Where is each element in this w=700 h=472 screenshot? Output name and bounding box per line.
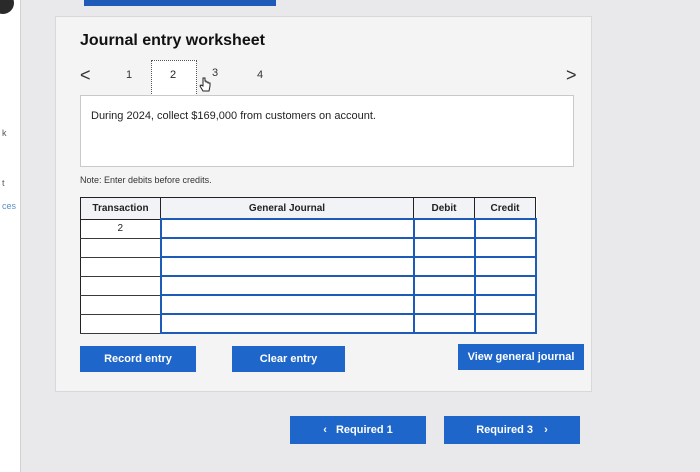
required-3-label: Required 3 (476, 424, 534, 436)
chevron-right-icon: › (544, 424, 548, 436)
debit-input[interactable] (412, 218, 476, 239)
step-2-current[interactable]: 2 (151, 60, 197, 96)
transaction-cell (80, 313, 161, 334)
transaction-description: During 2024, collect $169,000 from custo… (80, 95, 574, 167)
debit-input[interactable] (412, 256, 476, 277)
account-input[interactable] (159, 237, 415, 258)
transaction-cell (80, 294, 161, 315)
table-row (80, 294, 537, 315)
debit-input[interactable] (412, 275, 476, 296)
table-row (80, 256, 537, 277)
top-accent-bar (84, 0, 276, 6)
step-3[interactable]: 3 (212, 67, 218, 79)
required-1-button[interactable]: ‹ Required 1 (290, 416, 426, 444)
account-input[interactable] (159, 294, 415, 315)
credit-input[interactable] (473, 218, 537, 239)
credit-input[interactable] (473, 294, 537, 315)
credit-input[interactable] (473, 256, 537, 277)
col-general-journal: General Journal (160, 197, 414, 220)
table-row (80, 237, 537, 258)
debit-input[interactable] (412, 313, 476, 334)
required-3-button[interactable]: Required 3 › (444, 416, 580, 444)
note-text: Note: Enter debits before credits. (80, 175, 212, 185)
record-entry-button[interactable]: Record entry (80, 346, 196, 372)
step-1[interactable]: 1 (126, 69, 132, 81)
view-general-journal-button[interactable]: View general journal (458, 344, 584, 370)
left-circle-icon (0, 0, 14, 14)
left-label-k: k (2, 128, 7, 138)
page-title: Journal entry worksheet (80, 32, 265, 49)
hand-cursor-icon (199, 77, 211, 92)
table-row (80, 313, 537, 334)
debit-input[interactable] (412, 237, 476, 258)
transaction-cell: 2 (80, 218, 161, 239)
next-step-icon[interactable]: > (566, 65, 577, 86)
col-credit: Credit (474, 197, 536, 220)
worksheet-panel: Journal entry worksheet < 1 2 3 4 > Duri… (55, 16, 592, 392)
col-debit: Debit (413, 197, 475, 220)
account-input[interactable] (159, 275, 415, 296)
prev-step-icon[interactable]: < (80, 65, 91, 86)
required-1-label: Required 1 (335, 424, 393, 436)
table-row: 2 (80, 218, 537, 239)
clear-entry-button[interactable]: Clear entry (232, 346, 345, 372)
credit-input[interactable] (473, 237, 537, 258)
transaction-cell (80, 275, 161, 296)
credit-input[interactable] (473, 313, 537, 334)
left-label-t: t (2, 178, 5, 188)
account-input[interactable] (159, 313, 415, 334)
account-input[interactable] (159, 218, 415, 239)
step-4[interactable]: 4 (257, 69, 263, 81)
account-input[interactable] (159, 256, 415, 277)
step-2-label: 2 (170, 69, 177, 81)
description-text: During 2024, collect $169,000 from custo… (91, 110, 376, 122)
col-transaction: Transaction (80, 197, 161, 220)
transaction-cell (80, 256, 161, 277)
chevron-left-icon: ‹ (323, 424, 327, 436)
credit-input[interactable] (473, 275, 537, 296)
transaction-cell (80, 237, 161, 258)
left-label-ces[interactable]: ces (2, 201, 16, 211)
debit-input[interactable] (412, 294, 476, 315)
left-sidebar: k t ces (0, 0, 21, 472)
table-row (80, 275, 537, 296)
journal-table: Transaction General Journal Debit Credit… (80, 197, 537, 334)
